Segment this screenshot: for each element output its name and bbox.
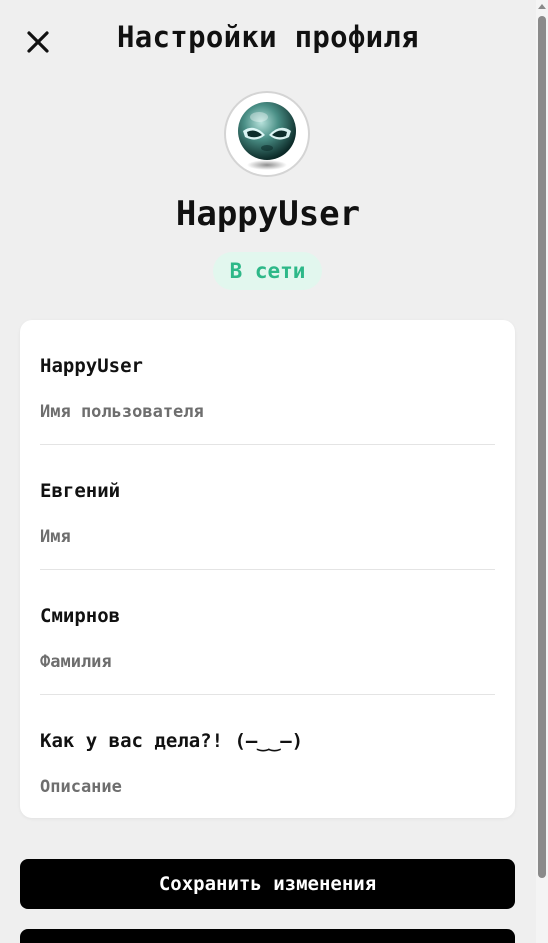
profile-settings-screen: Настройки профиля HappyUser В сети Happy…: [0, 0, 536, 943]
first-name-label: Имя: [40, 527, 71, 547]
alien-avatar-icon: [238, 102, 296, 170]
secondary-action-button[interactable]: [20, 929, 515, 943]
save-changes-button[interactable]: Сохранить изменения: [20, 859, 515, 909]
profile-fields-card: HappyUser Имя пользователя Евгений Имя С…: [20, 320, 515, 818]
username-label: Имя пользователя: [40, 402, 204, 422]
username-field[interactable]: HappyUser Имя пользователя: [40, 320, 495, 445]
username-value: HappyUser: [40, 355, 143, 377]
last-name-field[interactable]: Смирнов Фамилия: [40, 570, 495, 695]
description-label: Описание: [40, 777, 122, 797]
description-field[interactable]: Как у вас дела?! (—‿‿—) Описание: [40, 695, 495, 820]
scroll-up-arrow-icon[interactable]: [538, 4, 546, 9]
status-badge: В сети: [213, 252, 322, 290]
description-value: Как у вас дела?! (—‿‿—): [40, 730, 304, 752]
avatar[interactable]: [226, 93, 308, 175]
profile-display-name: HappyUser: [175, 194, 361, 234]
vertical-scrollbar[interactable]: [536, 0, 548, 943]
first-name-field[interactable]: Евгений Имя: [40, 445, 495, 570]
last-name-value: Смирнов: [40, 605, 121, 627]
page-title: Настройки профиля: [117, 20, 419, 54]
first-name-value: Евгений: [40, 480, 121, 502]
scrollbar-thumb[interactable]: [538, 16, 546, 878]
last-name-label: Фамилия: [40, 652, 112, 672]
